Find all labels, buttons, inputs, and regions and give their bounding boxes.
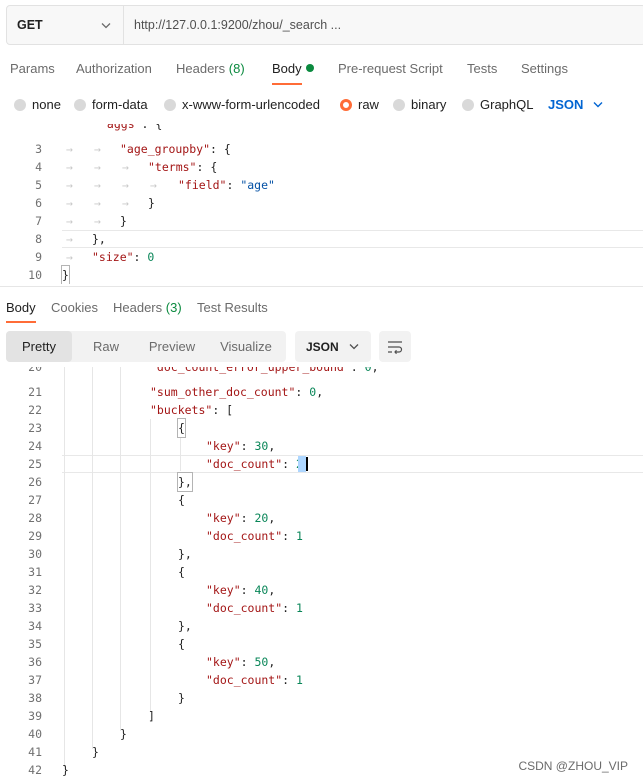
editor-line: 10}: [28, 265, 70, 284]
editor-line: 34},: [28, 619, 192, 633]
view-visualize-button[interactable]: Visualize: [210, 331, 282, 362]
editor-line: 5 → → → → "field": "age": [35, 178, 275, 192]
radio-urlencoded[interactable]: x-www-form-urlencoded: [164, 97, 320, 112]
chevron-down-icon: [593, 102, 603, 108]
response-format-label: JSON: [306, 339, 339, 354]
editor-line: 37 "doc_count": 1: [28, 673, 303, 687]
radio-graphql[interactable]: GraphQL: [462, 97, 533, 112]
editor-line: 38}: [28, 691, 185, 705]
active-tab-underline: [272, 83, 302, 85]
editor-line: 26},: [28, 472, 193, 492]
editor-line: 28 "key": 20,: [28, 511, 276, 525]
watermark: CSDN @ZHOU_VIP: [518, 759, 628, 773]
tab-body-label: Body: [272, 61, 302, 76]
editor-line: 6 → → →}: [35, 196, 155, 210]
url-text: http://127.0.0.1:9200/zhou/_search ...: [134, 18, 342, 32]
editor-line: 22 "buckets": [: [28, 403, 234, 417]
editor-line: 39]: [28, 709, 155, 723]
radio-urlencoded-label: x-www-form-urlencoded: [182, 97, 320, 112]
radio-raw-label: raw: [358, 97, 379, 112]
body-type-options: none form-data x-www-form-urlencoded raw…: [0, 92, 643, 118]
tab-test-results[interactable]: Test Results: [197, 295, 268, 321]
editor-line: 29 "doc_count": 1: [28, 529, 303, 543]
tab-response-headers-label: Headers: [113, 300, 163, 315]
modified-dot-icon: [305, 64, 314, 72]
editor-line: 31{: [28, 565, 185, 579]
tab-response-headers-count: (3): [165, 300, 182, 315]
radio-form-data[interactable]: form-data: [74, 97, 148, 112]
radio-binary[interactable]: binary: [393, 97, 446, 112]
view-raw-button[interactable]: Raw: [76, 331, 136, 362]
tab-tests[interactable]: Tests: [467, 56, 497, 82]
url-input[interactable]: http://127.0.0.1:9200/zhou/_search ...: [124, 6, 643, 44]
tab-cookies[interactable]: Cookies: [51, 295, 98, 321]
view-pretty-button[interactable]: Pretty: [6, 331, 72, 362]
response-body-viewer[interactable]: 20 "doc_count_error_upper_bound": 0, 21 "s…: [0, 367, 643, 783]
tab-response-body[interactable]: Body: [6, 295, 36, 321]
editor-line: 33 "doc_count": 1: [28, 601, 303, 615]
editor-line: 35{: [28, 637, 185, 651]
tab-authorization[interactable]: Authorization: [76, 56, 152, 82]
radio-form-data-label: form-data: [92, 97, 148, 112]
radio-graphql-label: GraphQL: [480, 97, 534, 112]
editor-line: 4 → → → "terms": {: [35, 160, 218, 174]
editor-line: 23{: [28, 418, 186, 438]
response-format-select[interactable]: JSON: [295, 331, 371, 362]
tab-settings[interactable]: Settings: [521, 56, 568, 82]
tab-headers[interactable]: Headers (8): [176, 56, 245, 82]
request-body-editor[interactable]: "aggs": { 3 → → "age_groupby": { 4 → → → "terms…: [0, 124, 643, 284]
tab-headers-label: Headers: [176, 61, 226, 76]
editor-line: 25"doc_count": 2: [0, 455, 643, 473]
tab-body[interactable]: Body: [272, 56, 314, 82]
editor-line: 36 "key": 50,: [28, 655, 276, 669]
editor-line: 24 "key": 30,: [28, 439, 276, 453]
view-preview-button[interactable]: Preview: [138, 331, 206, 362]
editor-line: 3 → → "age_groupby": {: [35, 142, 231, 156]
editor-line: 30},: [28, 547, 192, 561]
pane-divider[interactable]: [0, 286, 643, 287]
request-tabs: Params Authorization Headers (8) Body Pr…: [0, 56, 643, 85]
body-format-select[interactable]: JSON: [548, 97, 603, 112]
editor-line: 20 "doc_count_error_upper_bound": 0,: [28, 367, 379, 374]
editor-line: 8 →},: [35, 232, 106, 246]
tab-params[interactable]: Params: [10, 56, 55, 82]
method-select[interactable]: GET: [7, 6, 124, 44]
tab-response-headers[interactable]: Headers (3): [113, 295, 182, 321]
active-tab-underline: [6, 321, 36, 323]
radio-none-label: none: [32, 97, 61, 112]
wrap-lines-icon: [388, 340, 403, 354]
response-view-toolbar: Pretty Raw Preview Visualize: [6, 331, 286, 362]
radio-circle-icon: [14, 98, 26, 111]
text-caret: [306, 457, 308, 471]
editor-line: 21 "sum_other_doc_count": 0,: [28, 385, 324, 399]
response-tabs: Body Cookies Headers (3) Test Results: [0, 295, 643, 323]
request-url-bar: GET http://127.0.0.1:9200/zhou/_search .…: [6, 5, 643, 45]
radio-binary-label: binary: [411, 97, 447, 112]
tab-pre-request-script[interactable]: Pre-request Script: [338, 56, 443, 82]
editor-line: 27{: [28, 493, 185, 507]
method-label: GET: [17, 18, 43, 32]
radio-circle-icon: [164, 98, 176, 111]
body-format-label: JSON: [548, 97, 584, 112]
radio-circle-icon: [393, 98, 405, 111]
editor-line-partial: "aggs": {: [100, 124, 163, 131]
chevron-down-icon: [349, 344, 359, 350]
editor-line: 32 "key": 40,: [28, 583, 276, 597]
editor-line: 9 → "size": 0: [35, 250, 155, 264]
radio-none[interactable]: none: [14, 97, 61, 112]
radio-selected-icon: [340, 98, 352, 111]
editor-line: 7 → →}: [35, 214, 127, 228]
radio-raw[interactable]: raw: [340, 97, 379, 112]
chevron-down-icon: [101, 22, 111, 28]
editor-line: 40}: [28, 727, 127, 741]
tab-headers-count: (8): [228, 61, 245, 76]
wrap-lines-button[interactable]: [379, 331, 411, 362]
radio-circle-icon: [74, 98, 86, 111]
selection-highlight: [298, 456, 306, 472]
radio-circle-icon: [462, 98, 474, 111]
